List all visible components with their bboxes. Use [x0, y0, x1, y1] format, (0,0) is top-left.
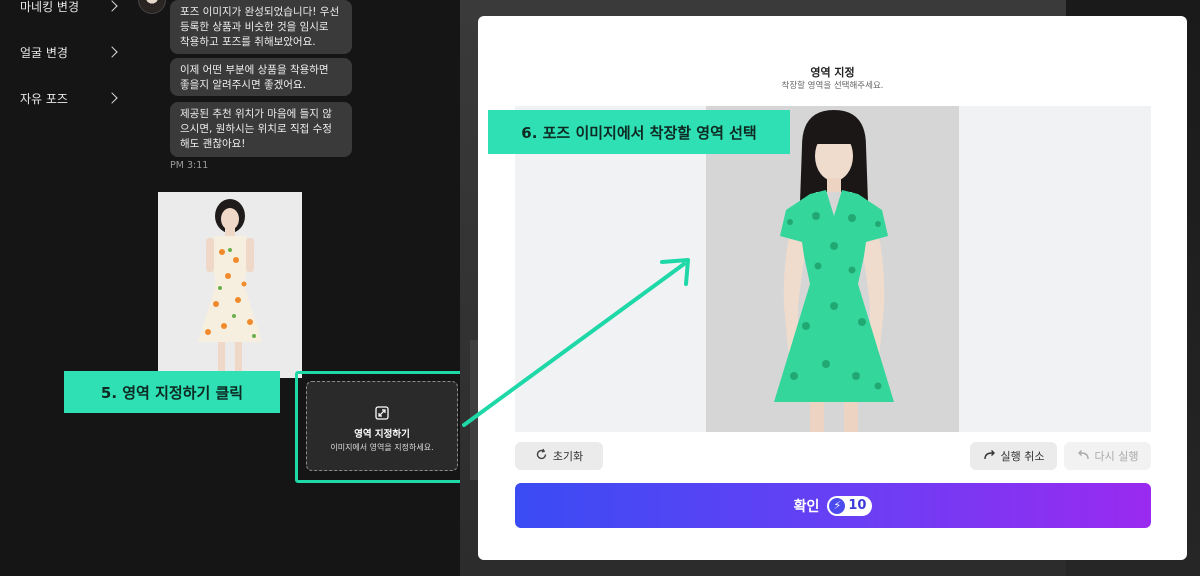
guide-arrow	[462, 258, 690, 427]
